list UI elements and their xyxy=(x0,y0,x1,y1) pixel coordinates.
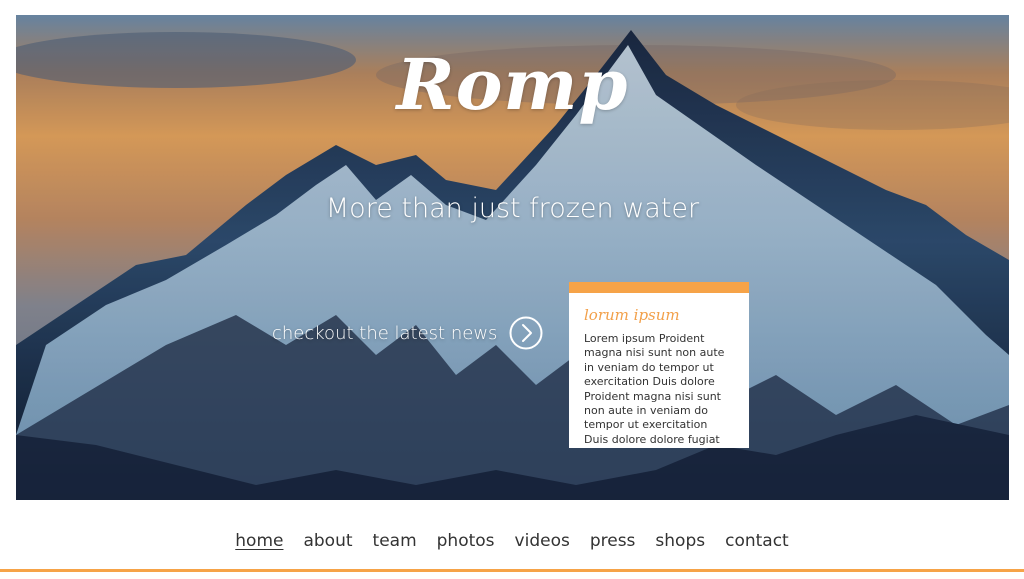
nav-item-shops[interactable]: shops xyxy=(655,531,705,551)
page: Romp More than just frozen water checkou… xyxy=(0,0,1024,579)
hero-tagline: More than just frozen water xyxy=(325,193,700,224)
bottom-accent-line xyxy=(0,569,1024,572)
nav-item-home[interactable]: home xyxy=(235,531,283,551)
news-card: lorum ipsum Lorem ipsum Proident magna n… xyxy=(569,282,749,448)
chevron-right-circle-icon[interactable] xyxy=(509,316,543,350)
nav-item-videos[interactable]: videos xyxy=(515,531,570,551)
nav-item-team[interactable]: team xyxy=(373,531,417,551)
nav-item-press[interactable]: press xyxy=(590,531,636,551)
hero-banner: Romp More than just frozen water checkou… xyxy=(16,15,1009,500)
news-card-title: lorum ipsum xyxy=(584,306,680,324)
site-logo[interactable]: Romp xyxy=(16,45,1009,125)
main-navigation: home about team photos videos press shop… xyxy=(0,524,1024,558)
nav-item-about[interactable]: about xyxy=(303,531,352,551)
latest-news-label: checkout the latest news xyxy=(272,322,498,344)
nav-item-photos[interactable]: photos xyxy=(437,531,495,551)
nav-item-contact[interactable]: contact xyxy=(725,531,789,551)
latest-news-link[interactable]: checkout the latest news xyxy=(272,315,543,351)
news-card-body: Lorem ipsum Proident magna nisi sunt non… xyxy=(584,332,725,446)
